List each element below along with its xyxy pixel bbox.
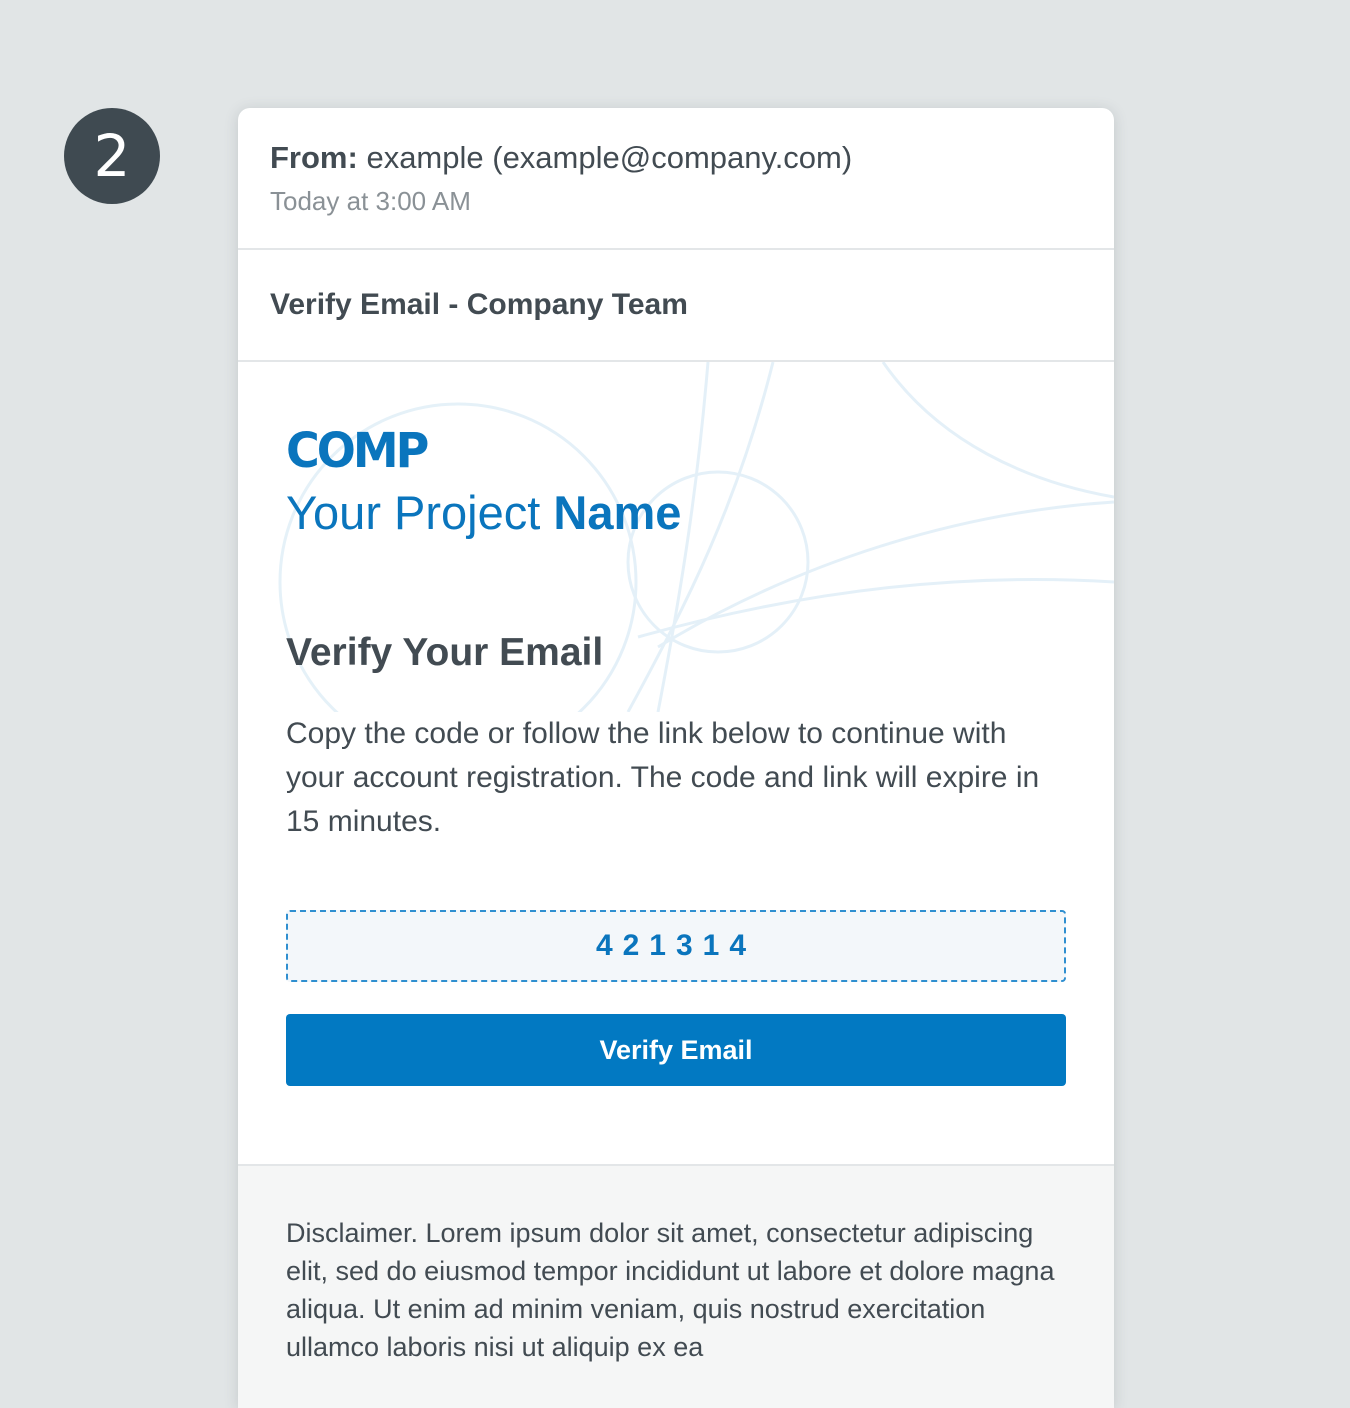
email-subject: Verify Email - Company Team xyxy=(238,250,1114,362)
sender-address: example (example@company.com) xyxy=(366,140,853,175)
email-header: From: example (example@company.com) Toda… xyxy=(238,108,1114,250)
company-logo: COMP xyxy=(286,422,429,479)
step-number-badge: 2 xyxy=(64,108,160,204)
email-timestamp: Today at 3:00 AM xyxy=(270,186,471,216)
project-name: Your Project Name xyxy=(286,484,1066,542)
project-name-light: Your Project xyxy=(286,486,541,539)
email-footer: Disclaimer. Lorem ipsum dolor sit amet, … xyxy=(238,1166,1114,1408)
sender-line: From: example (example@company.com) xyxy=(270,138,1082,178)
email-preview-card: From: example (example@company.com) Toda… xyxy=(238,108,1114,1408)
verify-email-button[interactable]: Verify Email xyxy=(286,1014,1066,1086)
email-body: COMP Your Project Name Verify Your Email… xyxy=(238,362,1114,1166)
instructions-text: Copy the code or follow the link below t… xyxy=(286,717,1040,838)
verify-heading: Verify Your Email xyxy=(286,631,604,674)
verification-code[interactable]: 421314 xyxy=(286,910,1066,982)
disclaimer-text: Disclaimer. Lorem ipsum dolor sit amet, … xyxy=(286,1218,1055,1362)
from-label: From: xyxy=(270,140,358,175)
project-name-bold: Name xyxy=(553,486,682,539)
